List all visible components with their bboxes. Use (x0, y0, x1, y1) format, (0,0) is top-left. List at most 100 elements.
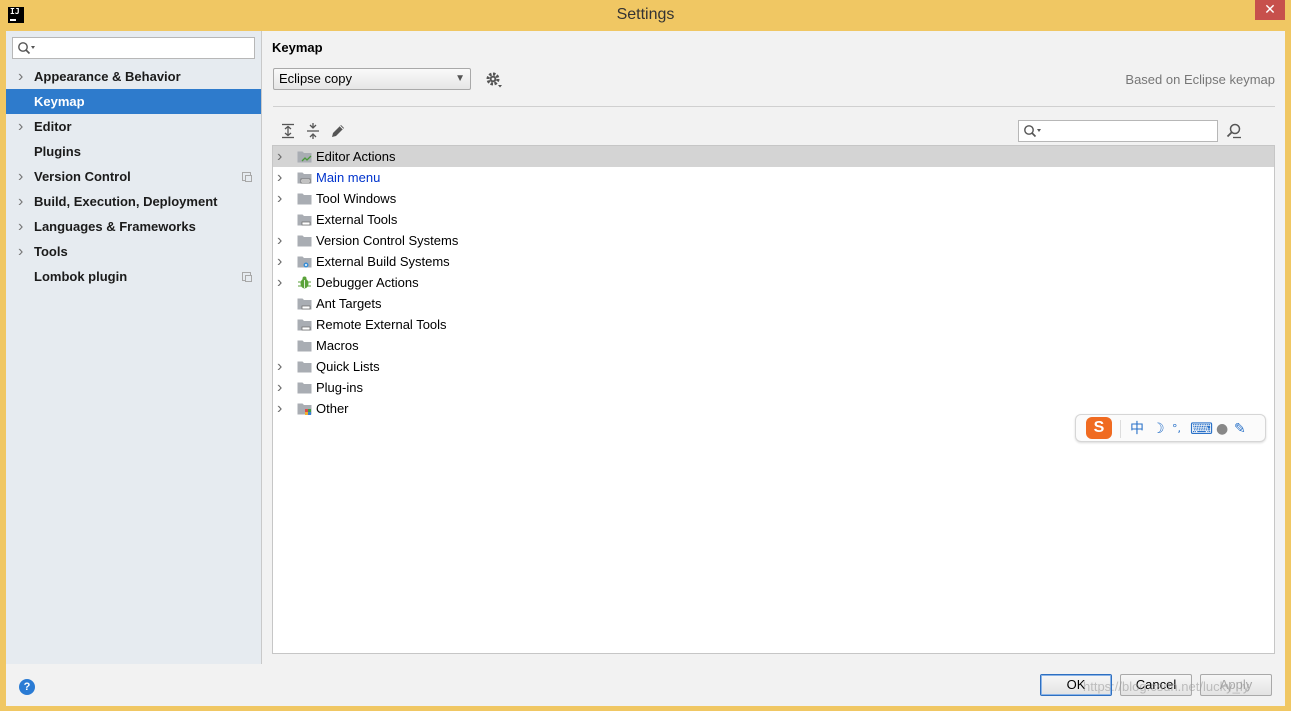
keymap-panel: Keymap Eclipse copy ▼ Based on Eclipse k… (263, 31, 1285, 664)
sidebar-item[interactable]: › Build, Execution, Deployment (6, 189, 261, 214)
ime-chinese-mode-icon[interactable]: 中 (1130, 420, 1144, 438)
folder-grid-icon (297, 403, 312, 415)
tree-row-label: External Tools (316, 212, 398, 227)
ime-punctuation-icon[interactable]: °, (1172, 420, 1181, 438)
chevron-right-icon[interactable]: › (277, 272, 282, 293)
sidebar-item-label: Lombok plugin (34, 269, 128, 284)
tree-row-label: Plug-ins (316, 380, 363, 395)
sidebar-item[interactable]: Keymap (6, 89, 261, 114)
divider (273, 106, 1275, 107)
ime-user-icon[interactable]: ● (1216, 420, 1228, 438)
tree-row[interactable]: › Debugger Actions (273, 272, 1274, 293)
chevron-right-icon[interactable]: › (277, 188, 282, 209)
window-title: Settings (616, 6, 675, 23)
chevron-right-icon[interactable]: › (18, 164, 23, 189)
sidebar-item[interactable]: › Version Control (6, 164, 261, 189)
dialog-content: › Appearance & Behavior Keymap › Editor Plugi… (6, 31, 1285, 706)
ime-separator (1120, 420, 1121, 438)
chevron-right-icon[interactable]: › (18, 189, 23, 214)
folder-tools-icon (297, 319, 312, 331)
collapse-all-icon[interactable] (304, 122, 322, 140)
sidebar-item[interactable]: Lombok plugin (6, 264, 261, 289)
close-button[interactable]: ✕ (1255, 0, 1285, 20)
ime-wrench-icon[interactable]: ✎ (1234, 420, 1246, 438)
tree-row[interactable]: › Tool Windows (273, 188, 1274, 209)
help-icon[interactable]: ? (19, 679, 35, 695)
sidebar-item-label: Tools (34, 244, 68, 259)
ime-toolbar[interactable]: S 中 ☽ °, ⌨ ● ✎ (1075, 414, 1266, 442)
tree-row-label: Editor Actions (316, 149, 396, 164)
tree-row-label: Remote External Tools (316, 317, 447, 332)
sidebar-item[interactable]: › Appearance & Behavior (6, 64, 261, 89)
project-level-icon (242, 272, 252, 282)
chevron-right-icon[interactable]: › (277, 356, 282, 377)
search-icon (1024, 125, 1041, 138)
tree-row[interactable]: › Plug-ins (273, 377, 1274, 398)
folder-tools-icon (297, 298, 312, 310)
ime-moon-icon[interactable]: ☽ (1152, 420, 1165, 438)
sidebar-search-input[interactable] (12, 37, 255, 59)
chevron-right-icon[interactable]: › (277, 167, 282, 188)
sidebar-item-label: Languages & Frameworks (34, 219, 196, 234)
sidebar-item-label: Plugins (34, 144, 81, 159)
sidebar-item[interactable]: › Languages & Frameworks (6, 214, 261, 239)
tree-row[interactable]: › Version Control Systems (273, 230, 1274, 251)
find-by-shortcut-icon[interactable] (1225, 122, 1243, 140)
bug-icon (298, 276, 311, 289)
project-level-icon (242, 172, 252, 182)
tree-row[interactable]: › Editor Actions (273, 146, 1274, 167)
keymap-select[interactable]: Eclipse copy ▼ (273, 68, 471, 90)
sidebar-item[interactable]: › Tools (6, 239, 261, 264)
chevron-right-icon[interactable]: › (277, 251, 282, 272)
tree-row[interactable]: › Quick Lists (273, 356, 1274, 377)
sidebar-item-label: Editor (34, 119, 72, 134)
ime-keyboard-icon[interactable]: ⌨ (1190, 420, 1213, 438)
tree-row-label: Quick Lists (316, 359, 380, 374)
tree-row[interactable]: Macros (273, 335, 1274, 356)
action-search-input[interactable] (1018, 120, 1218, 142)
ime-logo-icon[interactable]: S (1086, 417, 1112, 439)
sidebar-item-label: Build, Execution, Deployment (34, 194, 218, 209)
tree-row[interactable]: Remote External Tools (273, 314, 1274, 335)
tree-row-label: Ant Targets (316, 296, 382, 311)
search-icon (18, 42, 35, 55)
tree-row-label: Other (316, 401, 349, 416)
chevron-right-icon[interactable]: › (277, 398, 282, 419)
edit-pencil-icon[interactable] (329, 122, 347, 140)
title-bar: IJ Settings ✕ (0, 0, 1291, 31)
tree-row[interactable]: Ant Targets (273, 293, 1274, 314)
chevron-right-icon[interactable]: › (18, 64, 23, 89)
sidebar-item[interactable]: Plugins (6, 139, 261, 164)
tree-row-label: Macros (316, 338, 359, 353)
actions-tree[interactable]: › Editor Actions › Main menu › Tool Windows Ex… (272, 145, 1275, 654)
sidebar-item[interactable]: › Editor (6, 114, 261, 139)
tree-row-label: Tool Windows (316, 191, 397, 206)
chevron-right-icon[interactable]: › (277, 230, 282, 251)
tree-row[interactable]: › Main menu (273, 167, 1274, 188)
chevron-right-icon[interactable]: › (277, 146, 282, 167)
chevron-right-icon[interactable]: › (277, 377, 282, 398)
folder-gear-icon (297, 256, 312, 268)
sidebar-item-label: Appearance & Behavior (34, 69, 181, 84)
folder-menu-icon (297, 172, 312, 184)
folder-icon (297, 382, 312, 394)
tree-row-label: Main menu (316, 170, 381, 185)
folder-icon (297, 193, 312, 205)
tree-row[interactable]: External Tools (273, 209, 1274, 230)
chevron-right-icon[interactable]: › (18, 239, 23, 264)
settings-window: IJ Settings ✕ › Appearance & Behavior Keym… (0, 0, 1291, 711)
gear-icon[interactable] (485, 71, 503, 89)
watermark: https://blog.csdn.net/lucky_ly (1083, 679, 1250, 694)
chevron-right-icon[interactable]: › (18, 114, 23, 139)
tree-row-label: Version Control Systems (316, 233, 459, 248)
folder-chart-icon (297, 151, 312, 163)
chevron-right-icon[interactable]: › (18, 214, 23, 239)
tree-row[interactable]: › External Build Systems (273, 251, 1274, 272)
folder-icon (297, 361, 312, 373)
folder-icon (297, 235, 312, 247)
tree-row-label: External Build Systems (316, 254, 450, 269)
keymap-select-value: Eclipse copy (279, 71, 352, 86)
settings-sidebar: › Appearance & Behavior Keymap › Editor Plugi… (6, 31, 262, 664)
expand-all-icon[interactable] (279, 122, 297, 140)
sidebar-item-label: Version Control (34, 169, 131, 184)
